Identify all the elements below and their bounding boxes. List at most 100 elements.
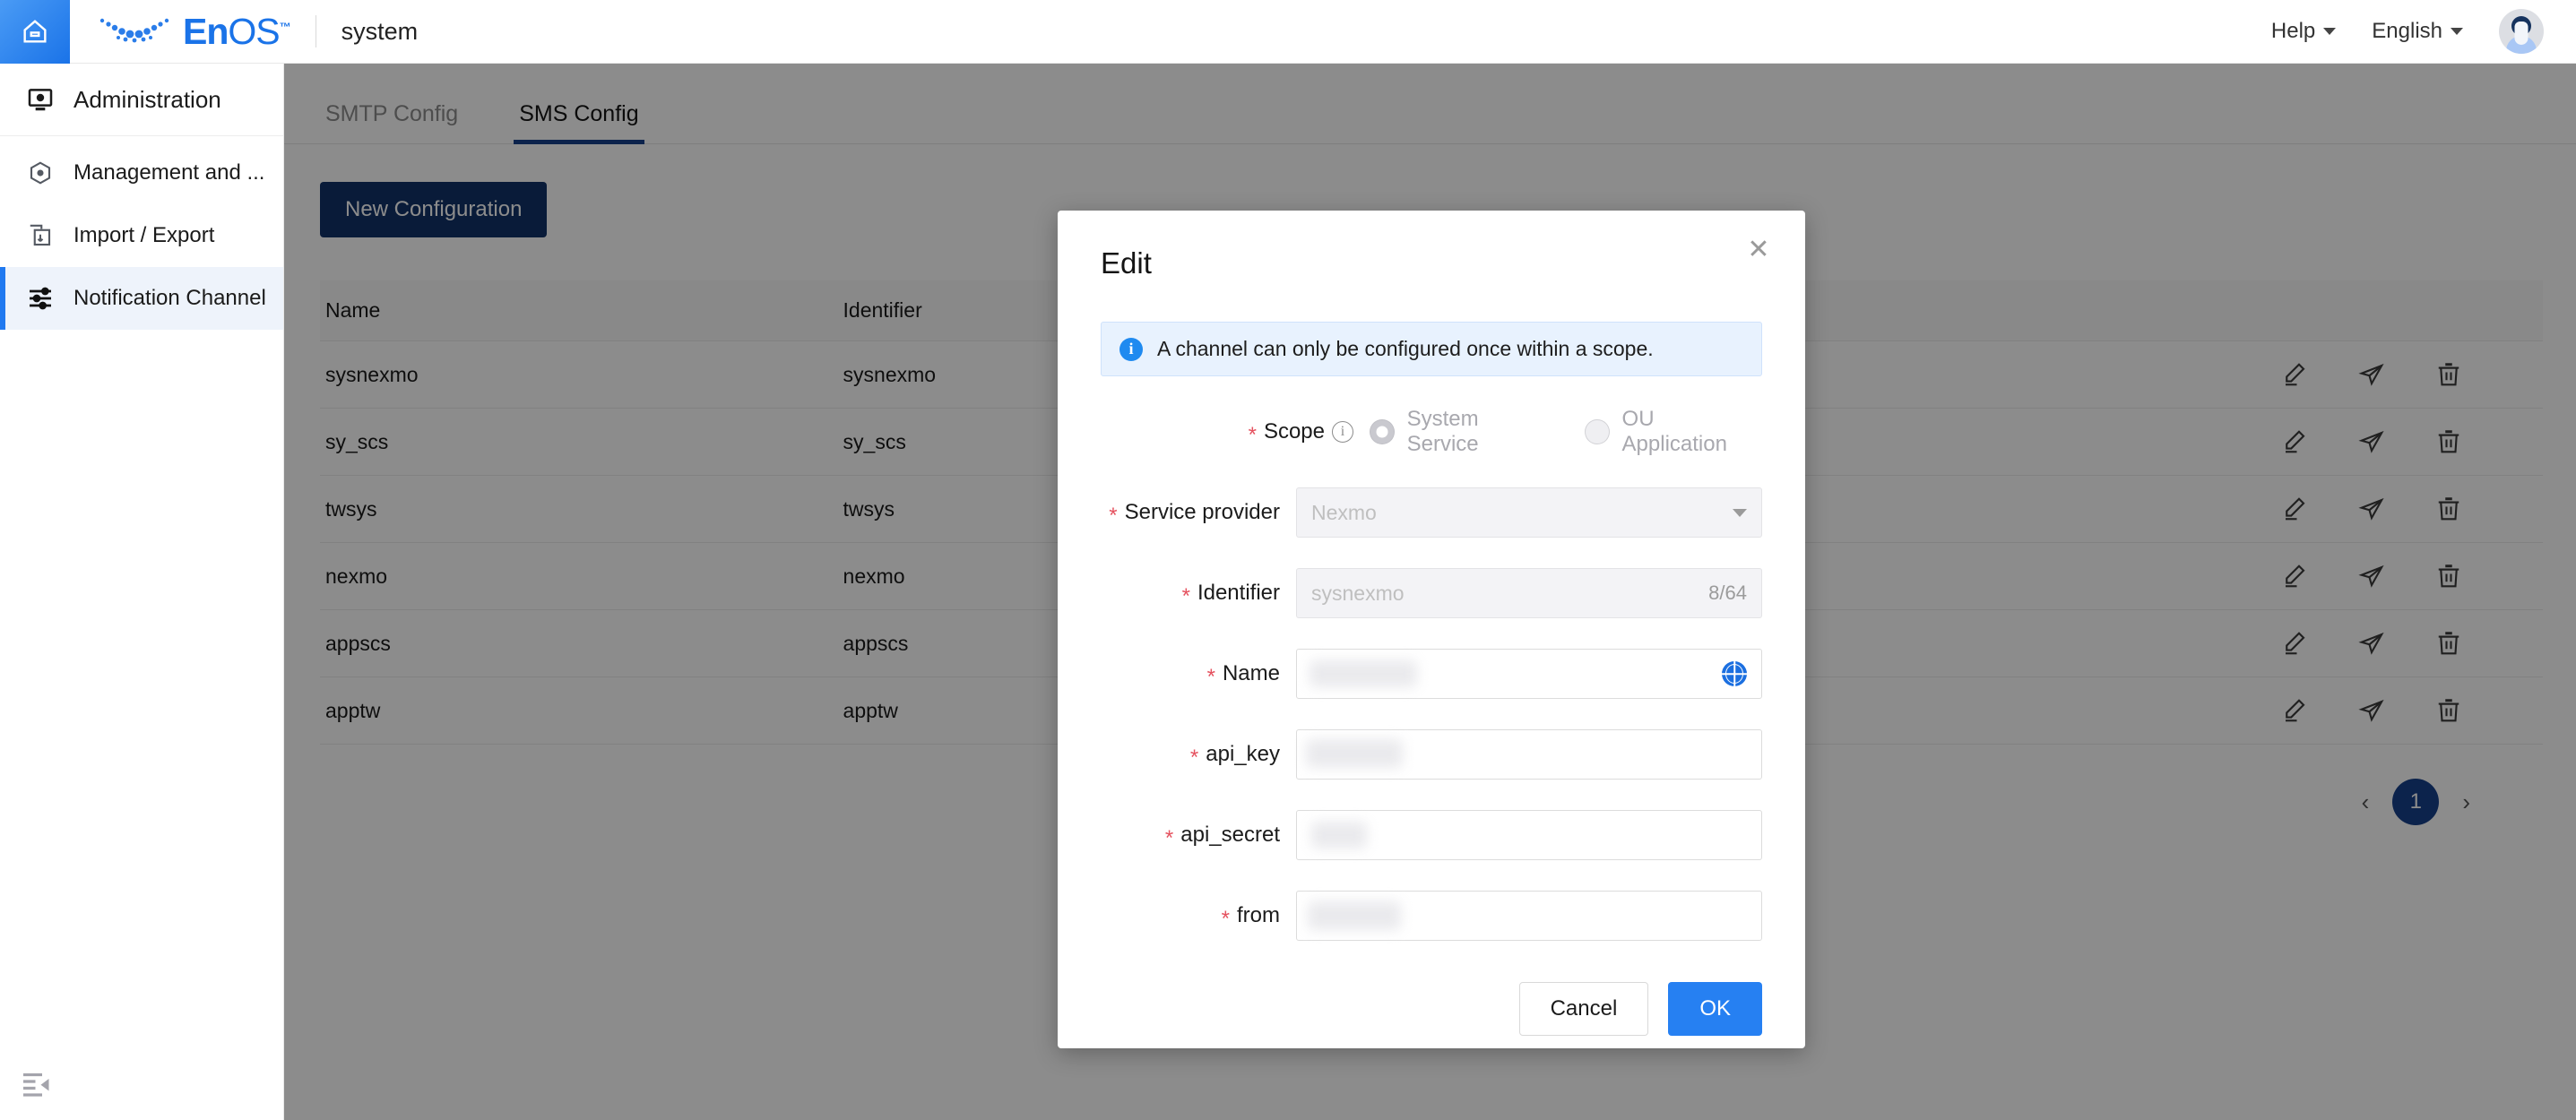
dialog-title: Edit — [1101, 246, 1762, 280]
sidebar-item-import-export[interactable]: Import / Export — [0, 204, 283, 267]
info-banner: i A channel can only be configured once … — [1101, 322, 1762, 376]
required-marker: * — [1249, 425, 1257, 446]
redacted-value — [1310, 660, 1417, 687]
label-identifier: * Identifier — [1101, 581, 1296, 606]
help-menu[interactable]: Help — [2271, 19, 2336, 44]
required-marker: * — [1190, 747, 1198, 769]
required-marker: * — [1109, 505, 1117, 527]
service-provider-value: Nexmo — [1311, 501, 1377, 525]
redacted-value — [1306, 739, 1403, 768]
field-row-service-provider: * Service provider Nexmo — [1101, 487, 1762, 538]
identifier-counter: 8/64 — [1708, 582, 1747, 605]
api-key-input[interactable] — [1296, 729, 1762, 780]
label-service-provider: * Service provider — [1101, 500, 1296, 525]
control-from — [1296, 891, 1762, 941]
home-button[interactable] — [0, 0, 70, 64]
sidebar-item-label: Administration — [73, 86, 221, 114]
enos-dots-icon — [97, 13, 174, 49]
top-bar-right: Help English — [2271, 9, 2576, 54]
logo-tm-text: ™ — [280, 20, 290, 33]
chevron-down-icon — [1733, 509, 1747, 517]
cancel-button[interactable]: Cancel — [1519, 982, 1649, 1036]
hexagon-dot-icon — [25, 158, 56, 188]
sidebar-item-label: Management and ... — [73, 160, 264, 185]
scope-radio-group: System Service OU Application — [1370, 407, 1762, 457]
control-api-secret — [1296, 810, 1762, 860]
home-icon — [20, 16, 50, 47]
language-label: English — [2372, 19, 2442, 44]
radio-ou-application[interactable]: OU Application — [1585, 407, 1762, 457]
label-from: * from — [1101, 903, 1296, 928]
label-scope-text: Scope — [1264, 419, 1325, 444]
help-label: Help — [2271, 19, 2315, 44]
radio-dot-icon — [1585, 419, 1610, 444]
label-name: * Name — [1101, 661, 1296, 686]
field-row-api-secret: * api_secret — [1101, 810, 1762, 860]
control-service-provider: Nexmo — [1296, 487, 1762, 538]
required-marker: * — [1165, 828, 1173, 849]
sidebar-divider — [0, 135, 283, 136]
collapse-sidebar-button[interactable] — [20, 1068, 59, 1100]
radio-system-service[interactable]: System Service — [1370, 407, 1554, 457]
sidebar-item-label: Import / Export — [73, 223, 214, 248]
avatar-face — [2515, 22, 2528, 45]
globe-icon[interactable] — [1722, 661, 1747, 686]
control-api-key — [1296, 729, 1762, 780]
top-bar: EnOS™ system Help English — [0, 0, 2576, 64]
label-name-text: Name — [1223, 661, 1280, 686]
field-row-name: * Name — [1101, 649, 1762, 699]
sidebar-item-management[interactable]: Management and ... — [0, 142, 283, 204]
close-icon[interactable]: ✕ — [1741, 232, 1776, 268]
info-circle-icon[interactable]: i — [1332, 421, 1353, 443]
app-root: EnOS™ system Help English — [0, 0, 2576, 1120]
dialog-header: Edit ✕ — [1058, 211, 1805, 280]
edit-dialog: Edit ✕ i A channel can only be configure… — [1058, 211, 1805, 1048]
from-input[interactable] — [1296, 891, 1762, 941]
field-row-from: * from — [1101, 891, 1762, 941]
label-api-key-text: api_key — [1206, 742, 1280, 767]
logo-en-text: En — [183, 11, 228, 52]
brand[interactable]: EnOS™ system — [70, 13, 418, 50]
ok-button[interactable]: OK — [1668, 982, 1762, 1036]
info-circle-icon: i — [1119, 338, 1143, 361]
identifier-input[interactable]: sysnexmo 8/64 — [1296, 568, 1762, 618]
dialog-body: i A channel can only be configured once … — [1058, 280, 1805, 941]
import-export-icon — [25, 220, 56, 251]
service-provider-select[interactable]: Nexmo — [1296, 487, 1762, 538]
redacted-value — [1308, 901, 1401, 930]
monitor-icon — [25, 84, 56, 115]
sidebar-item-label: Notification Channel — [73, 286, 266, 311]
radio-label: System Service — [1407, 407, 1554, 457]
label-service-provider-text: Service provider — [1125, 500, 1280, 525]
field-row-api-key: * api_key — [1101, 729, 1762, 780]
label-from-text: from — [1237, 903, 1280, 928]
chevron-down-icon — [2451, 28, 2463, 35]
avatar[interactable] — [2499, 9, 2544, 54]
field-row-scope: * Scope i System Service OU Application — [1101, 407, 1762, 457]
enos-logo: EnOS™ — [97, 13, 290, 50]
api-secret-input[interactable] — [1296, 810, 1762, 860]
label-api-key: * api_key — [1101, 742, 1296, 767]
sidebar: Administration Management and ... Import… — [0, 64, 284, 1120]
sliders-icon — [25, 283, 56, 314]
label-scope: * Scope i — [1101, 419, 1370, 444]
required-marker: * — [1207, 667, 1215, 688]
language-menu[interactable]: English — [2372, 19, 2463, 44]
chevron-down-icon — [2323, 28, 2336, 35]
control-scope: System Service OU Application — [1370, 407, 1762, 457]
radio-dot-icon — [1370, 419, 1395, 444]
identifier-value: sysnexmo — [1311, 582, 1405, 606]
required-marker: * — [1222, 909, 1230, 930]
info-banner-text: A channel can only be configured once wi… — [1157, 337, 1654, 361]
field-row-identifier: * Identifier sysnexmo 8/64 — [1101, 568, 1762, 618]
required-marker: * — [1182, 586, 1190, 607]
collapse-sidebar-icon — [20, 1071, 54, 1098]
label-api-secret-text: api_secret — [1180, 823, 1280, 848]
name-input[interactable] — [1296, 649, 1762, 699]
sidebar-item-administration[interactable]: Administration — [0, 64, 283, 135]
sidebar-item-notification-channel[interactable]: Notification Channel — [0, 267, 283, 330]
radio-label: OU Application — [1622, 407, 1762, 457]
logo-os-text: OS — [228, 11, 279, 52]
label-identifier-text: Identifier — [1197, 581, 1280, 606]
redacted-value — [1311, 822, 1367, 849]
